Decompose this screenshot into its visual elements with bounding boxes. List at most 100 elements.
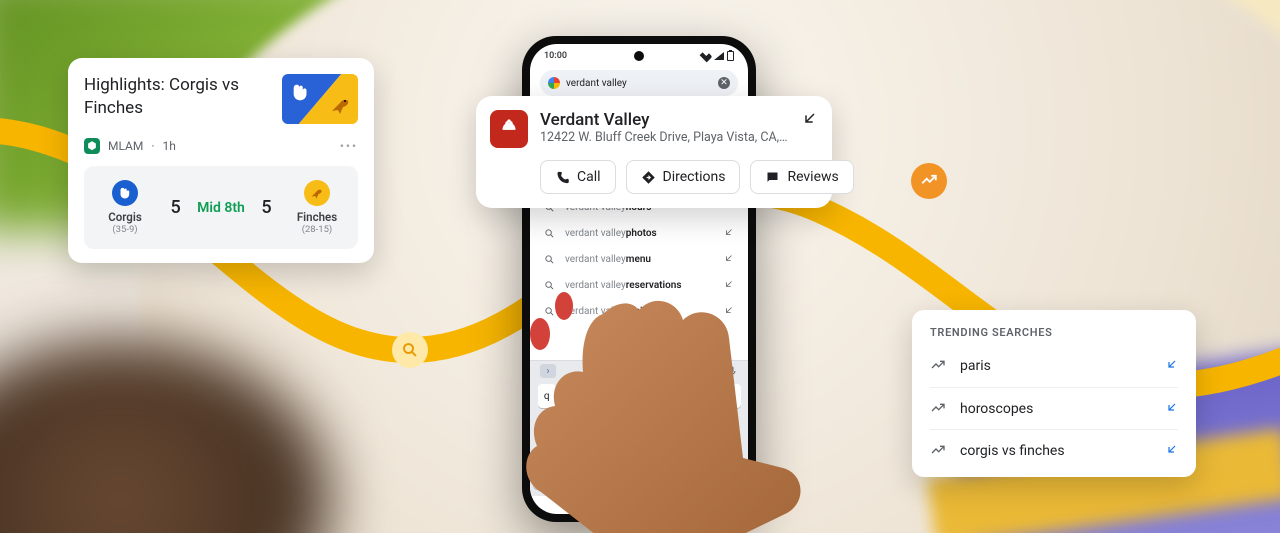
key-u[interactable]: u: [661, 384, 680, 408]
key-n[interactable]: n: [671, 438, 690, 462]
place-address: 12422 W. Bluff Creek Drive, Playa Vista,…: [540, 130, 790, 145]
key-p[interactable]: p: [722, 384, 741, 408]
trending-item[interactable]: horoscopes: [930, 387, 1178, 429]
suggestion-suffix: reservations: [626, 280, 682, 291]
ribbon-trending-icon: [911, 163, 947, 199]
trending-title: TRENDING SEARCHES: [930, 326, 1178, 339]
suggestion-item[interactable]: verdant valley recipes: [544, 298, 734, 324]
key-d[interactable]: d: [589, 411, 608, 435]
keyboard-expand-icon[interactable]: ›: [540, 364, 556, 378]
key-r[interactable]: r: [599, 384, 618, 408]
restaurant-icon: [490, 110, 528, 148]
call-label: Call: [577, 169, 601, 185]
key-b[interactable]: b: [650, 438, 669, 462]
globe-key[interactable]: 🌐: [591, 465, 618, 489]
team-a-score: 5: [170, 197, 180, 218]
wifi-icon: [700, 50, 713, 63]
trending-item[interactable]: corgis vs finches: [930, 429, 1178, 471]
key-x[interactable]: x: [589, 438, 608, 462]
trending-item[interactable]: paris: [930, 345, 1178, 387]
shift-key[interactable]: ⇧: [539, 438, 566, 462]
key-s[interactable]: s: [568, 411, 587, 435]
insert-arrow-icon[interactable]: [724, 279, 734, 292]
suggestion-item[interactable]: verdant valley reservations: [544, 272, 734, 298]
key-z[interactable]: z: [568, 438, 587, 462]
key-f[interactable]: f: [609, 411, 628, 435]
dot: ·: [151, 139, 154, 153]
key-i[interactable]: i: [681, 384, 700, 408]
phone-notch: [634, 51, 644, 61]
source-badge-icon: ⬢: [84, 138, 100, 154]
scoreboard[interactable]: Corgis (35-9) 5 Mid 8th 5 Finches (28-15…: [84, 166, 358, 249]
source-name: MLAM: [108, 139, 143, 153]
suggestion-prefix: verdant valley: [565, 306, 626, 317]
suggestion-prefix: verdant valley: [565, 254, 626, 265]
insert-arrow-icon[interactable]: [724, 227, 734, 240]
team-b-score: 5: [261, 197, 271, 218]
suggestion-item[interactable]: verdant valley menu: [544, 246, 734, 272]
key-j[interactable]: j: [671, 411, 690, 435]
insert-arrow-icon[interactable]: [724, 253, 734, 266]
sports-dual-logo: [282, 74, 358, 124]
battery-icon: [727, 51, 734, 61]
suggestion-suffix: recipes: [626, 306, 659, 317]
signal-icon: [714, 52, 724, 60]
mic-icon[interactable]: [726, 365, 738, 377]
inning-label: Mid 8th: [197, 200, 245, 216]
period-key[interactable]: .: [689, 465, 716, 489]
space-key[interactable]: [620, 465, 687, 489]
google-logo-icon: [548, 77, 560, 89]
key-o[interactable]: o: [702, 384, 721, 408]
search-bar[interactable]: ✕: [540, 70, 738, 96]
key-v[interactable]: v: [630, 438, 649, 462]
trending-label: paris: [960, 358, 991, 374]
suggestion-prefix: verdant valley: [565, 280, 626, 291]
insert-arrow-icon[interactable]: [1166, 401, 1178, 417]
suggestion-item[interactable]: verdant valley photos: [544, 220, 734, 246]
key-k[interactable]: k: [691, 411, 710, 435]
key-l[interactable]: l: [712, 411, 731, 435]
status-time: 10:00: [544, 51, 567, 61]
numbers-key[interactable]: ?123: [533, 465, 560, 489]
place-card[interactable]: Verdant Valley 12422 W. Bluff Creek Driv…: [476, 96, 832, 208]
sports-card[interactable]: Highlights: Corgis vs Finches ⬢ MLAM · 1…: [68, 58, 374, 263]
insert-arrow-icon[interactable]: [724, 305, 734, 318]
key-a[interactable]: a: [548, 411, 567, 435]
key-q[interactable]: q: [538, 384, 557, 408]
suggestion-prefix: verdant valley: [565, 228, 626, 239]
trending-label: horoscopes: [960, 401, 1033, 417]
bird-icon: [328, 94, 352, 118]
search-input[interactable]: [566, 78, 712, 89]
directions-button[interactable]: Directions: [626, 160, 741, 194]
call-button[interactable]: Call: [540, 160, 616, 194]
key-h[interactable]: h: [650, 411, 669, 435]
insert-arrow-icon[interactable]: [1166, 443, 1178, 459]
stage: Highlights: Corgis vs Finches ⬢ MLAM · 1…: [0, 0, 1280, 533]
keyboard: › qwertyuiop asdfghjkl ⇧zxcvbnm⌫ ?123,🌐.↵: [530, 360, 748, 496]
team-a-icon: [112, 180, 138, 206]
team-a-name: Corgis: [108, 210, 142, 224]
sports-title: Highlights: Corgis vs Finches: [84, 74, 264, 120]
key-w[interactable]: w: [558, 384, 577, 408]
key-y[interactable]: y: [640, 384, 659, 408]
backspace-key[interactable]: ⌫: [712, 438, 739, 462]
suggestion-list: verdant valley hoursverdant valley photo…: [530, 194, 748, 324]
directions-label: Directions: [663, 169, 726, 185]
key-m[interactable]: m: [691, 438, 710, 462]
key-e[interactable]: e: [579, 384, 598, 408]
time-ago: 1h: [163, 139, 176, 153]
clear-input-icon[interactable]: ✕: [718, 77, 730, 89]
key-c[interactable]: c: [609, 438, 628, 462]
more-menu-icon[interactable]: •••: [340, 139, 358, 153]
enter-key[interactable]: ↵: [718, 465, 745, 489]
key-g[interactable]: g: [630, 411, 649, 435]
comma-key[interactable]: ,: [562, 465, 589, 489]
insert-arrow-icon[interactable]: [1166, 358, 1178, 374]
key-t[interactable]: t: [620, 384, 639, 408]
team-a: Corgis (35-9): [96, 180, 154, 235]
home-indicator[interactable]: [604, 506, 674, 509]
team-b-icon: [304, 180, 330, 206]
baseball-glove-icon: [290, 82, 312, 104]
reviews-button[interactable]: Reviews: [750, 160, 853, 194]
insert-arrow-icon[interactable]: [802, 110, 818, 148]
